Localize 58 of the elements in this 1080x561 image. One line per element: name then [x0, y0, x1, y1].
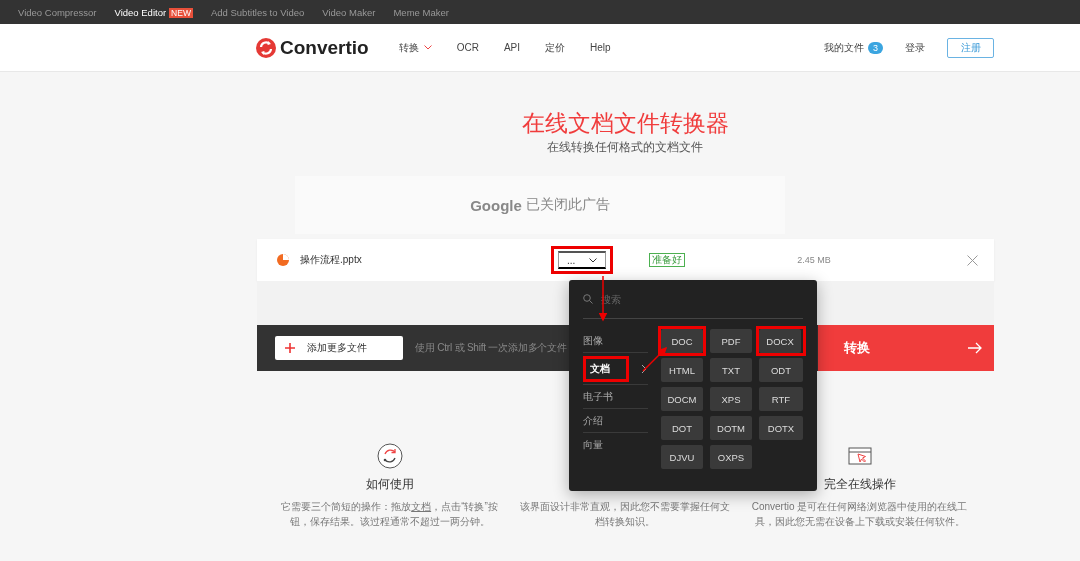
- nav-link[interactable]: 定价: [545, 40, 566, 55]
- format-button[interactable]: DJVU: [661, 445, 703, 469]
- category-label: 文档: [590, 361, 610, 376]
- close-icon[interactable]: [967, 254, 978, 266]
- format-button[interactable]: RTF: [759, 387, 803, 411]
- file-name: 操作流程.pptx: [300, 253, 363, 267]
- format-button[interactable]: HTML: [661, 358, 703, 382]
- ad-brand: Google: [470, 196, 522, 214]
- category-item[interactable]: 图像: [583, 329, 648, 353]
- logo-text[interactable]: Convertio: [280, 36, 369, 59]
- add-files-button[interactable]: 添加更多文件: [275, 336, 403, 360]
- category-item[interactable]: 文档: [583, 353, 648, 385]
- nav-link[interactable]: Help: [590, 42, 611, 53]
- chevron-down-icon: [589, 257, 598, 263]
- file-size: 2.45 MB: [797, 255, 831, 265]
- nav-link[interactable]: OCR: [456, 42, 479, 53]
- category-item[interactable]: 向量: [583, 433, 648, 457]
- category-item[interactable]: 电子书: [583, 385, 648, 409]
- status-tag: 准备好: [649, 253, 686, 267]
- nav-link[interactable]: API: [503, 42, 521, 53]
- top-link[interactable]: Video Editor NEW: [114, 6, 193, 18]
- feature-description: Convertio 是可在任何网络浏览器中使用的在线工具，因此您无需在设备上下载或安装任何软件。: [750, 500, 969, 529]
- pie-chart-icon: [275, 252, 291, 268]
- arrow-right-icon: [968, 342, 982, 354]
- my-files-link[interactable]: 我的文件 3: [824, 40, 883, 55]
- category-item[interactable]: 介绍: [583, 409, 648, 433]
- format-button[interactable]: PDF: [710, 329, 752, 353]
- page-title: 在线文档文件转换器: [520, 109, 730, 138]
- top-link[interactable]: Video Maker: [322, 6, 376, 18]
- inline-link[interactable]: 文档: [411, 501, 432, 512]
- format-button[interactable]: DOCM: [661, 387, 703, 411]
- ad-text: 已关闭此广告: [525, 196, 610, 214]
- convert-button[interactable]: 转换: [818, 325, 994, 371]
- format-button[interactable]: OXPS: [710, 445, 752, 469]
- format-button[interactable]: TXT: [710, 358, 752, 382]
- format-button[interactable]: DOT: [661, 416, 703, 440]
- format-button[interactable]: DOTM: [710, 416, 752, 440]
- feature-title: 完全在线操作: [823, 477, 896, 491]
- format-button[interactable]: ODT: [759, 358, 803, 382]
- login-link[interactable]: 登录: [905, 40, 925, 55]
- refresh-icon: [376, 443, 403, 469]
- top-link[interactable]: Add Subtitles to Video: [210, 6, 305, 18]
- chevron-right-icon: [641, 363, 648, 374]
- format-button[interactable]: XPS: [710, 387, 752, 411]
- page-subtitle: 在线转换任何格式的文档文件: [546, 139, 704, 156]
- feature-description: 该界面设计非常直观，因此您不需要掌握任何文档转换知识。: [518, 500, 731, 529]
- format-button[interactable]: DOC: [661, 329, 703, 353]
- top-link[interactable]: Video Compressor: [18, 6, 97, 18]
- format-select[interactable]: ...: [558, 251, 607, 269]
- feature-title: 如何使用: [365, 477, 414, 491]
- top-link[interactable]: Meme Maker: [393, 6, 449, 18]
- nav-link[interactable]: 转换: [398, 40, 432, 55]
- format-button[interactable]: DOCX: [759, 329, 801, 353]
- format-button[interactable]: DOTX: [759, 416, 803, 440]
- plus-icon: [285, 343, 295, 353]
- search-icon: [583, 294, 593, 304]
- logo-icon: [256, 37, 276, 58]
- feature-description: 它需要三个简短的操作：拖放文档，点击“转换”按钮，保存结果。该过程通常不超过一两分钟。: [280, 500, 499, 529]
